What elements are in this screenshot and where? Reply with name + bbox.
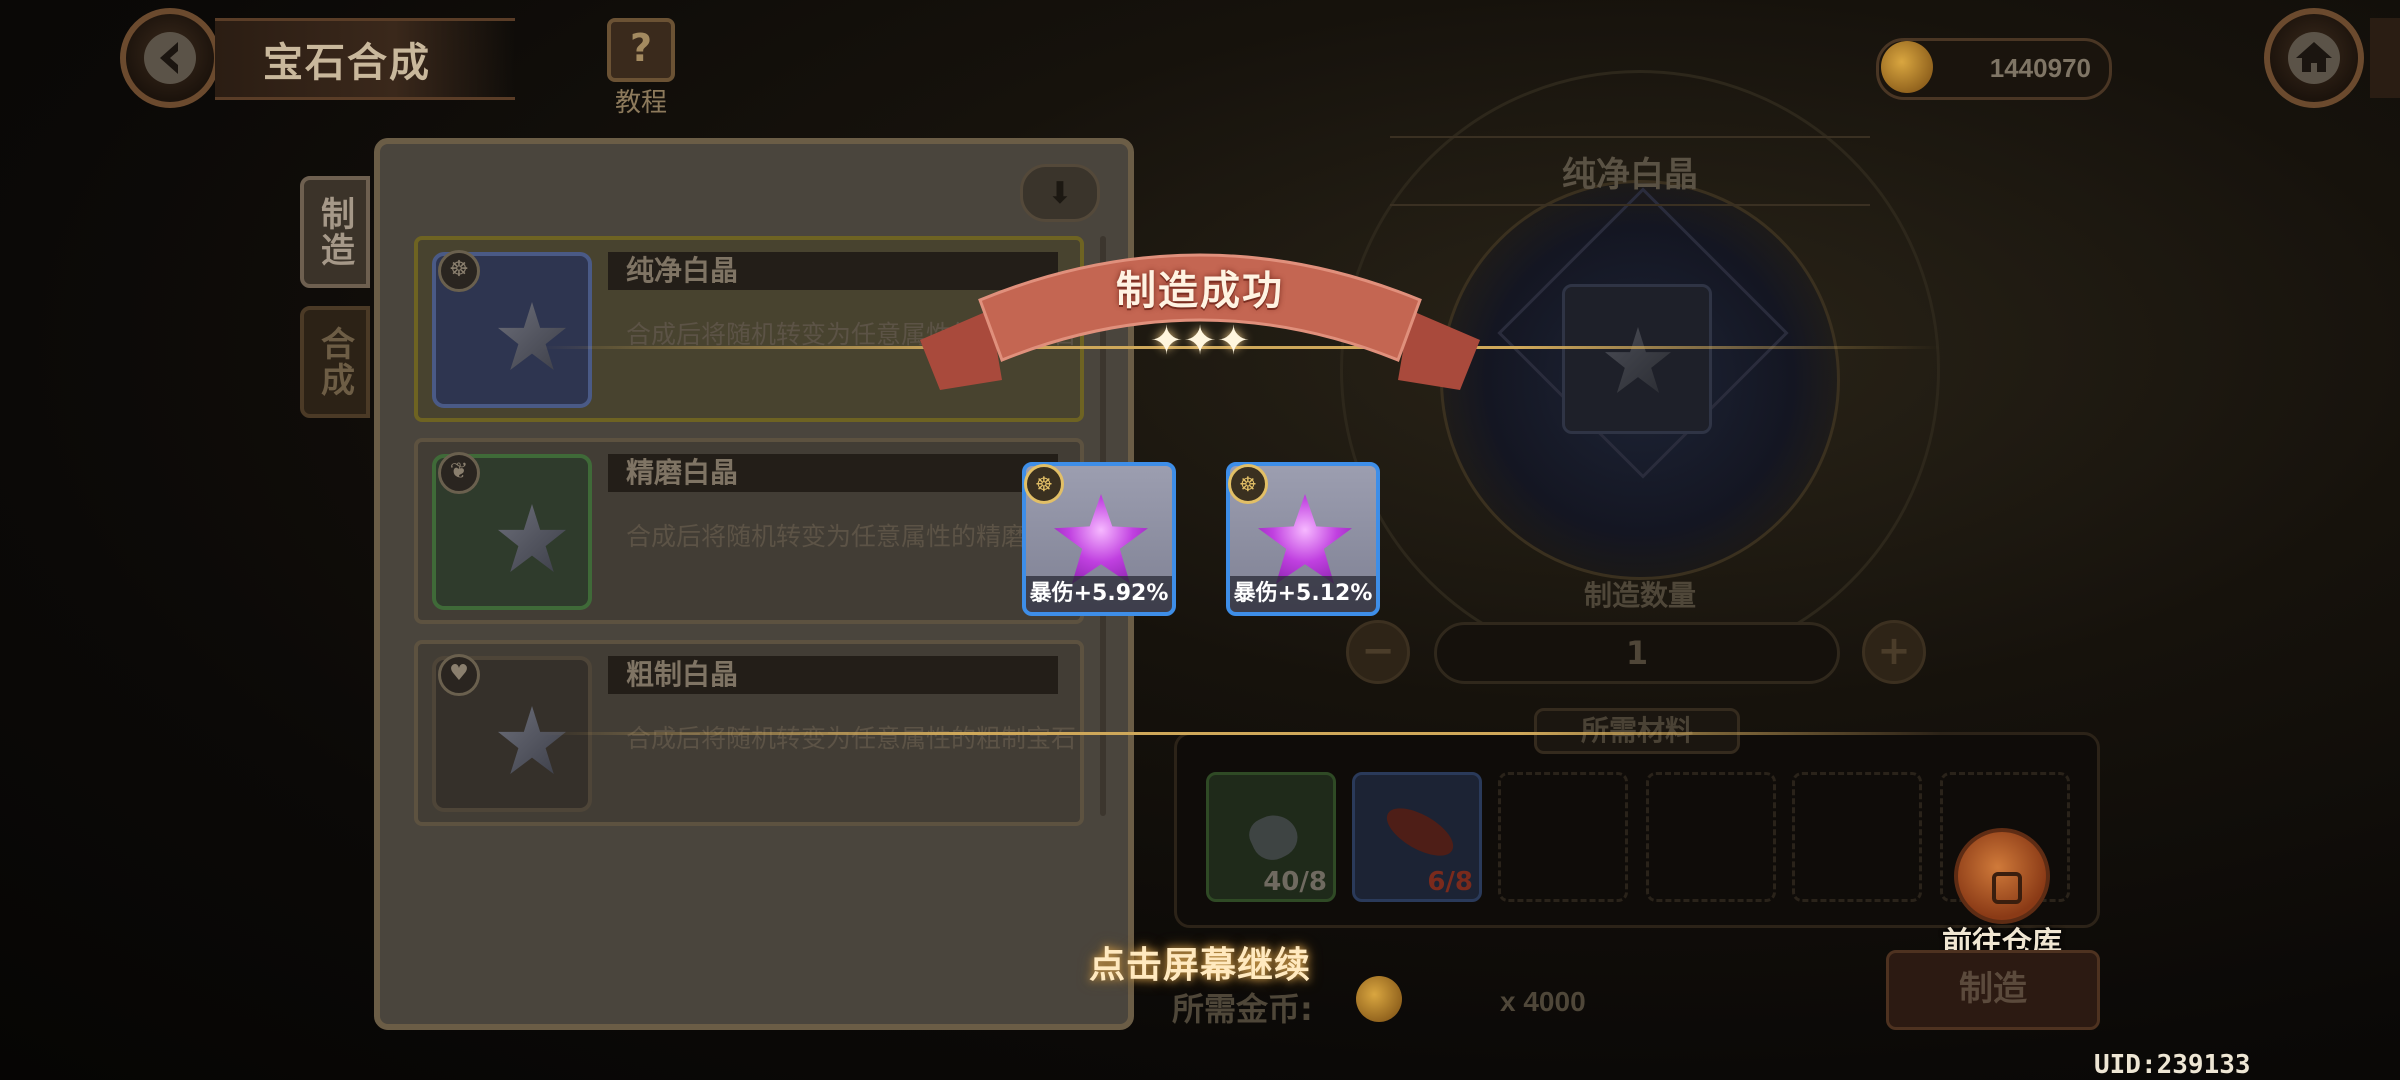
- home-icon: [2288, 32, 2340, 84]
- tab-make-label: 制造: [314, 196, 355, 268]
- recipe-desc: 合成后将随机转变为任意属性的粗制宝石: [626, 724, 1077, 753]
- question-mark-icon: ?: [607, 18, 675, 82]
- quantity-label: 制造数量: [1583, 579, 1696, 612]
- quantity-increase-button[interactable]: +: [1862, 620, 1926, 684]
- tab-combine[interactable]: 合成: [300, 306, 370, 418]
- materials-label: 所需材料: [1534, 708, 1740, 754]
- required-gold-label: 所需金币:: [1172, 990, 1313, 1028]
- material-slot-stone[interactable]: 40/8: [1206, 772, 1336, 902]
- result-item[interactable]: ☸ 暴伤+5.92%: [1022, 462, 1176, 616]
- material-slot-empty: [1646, 772, 1776, 902]
- material-count: 6/8: [1427, 867, 1473, 897]
- quantity-decrease-button[interactable]: −: [1346, 620, 1410, 684]
- result-stat: 暴伤+5.92%: [1026, 576, 1172, 612]
- recipe-name: 粗制白晶: [626, 658, 739, 691]
- goto-warehouse-button[interactable]: 前往仓库: [1936, 828, 2068, 962]
- rarity-badge-icon: ☸: [1024, 464, 1064, 504]
- backpack-icon: [1954, 828, 2050, 924]
- back-button[interactable]: [120, 8, 220, 108]
- purple-star-gem-icon: [1054, 494, 1148, 584]
- selected-recipe-slot: [1562, 284, 1712, 434]
- page-title: 宝石合成: [263, 40, 431, 86]
- rarity-badge-icon: ♥: [438, 654, 480, 696]
- white-crystal-icon: [498, 302, 566, 370]
- required-gold-amount: x 4000: [1500, 986, 1586, 1017]
- tap-to-continue[interactable]: 点击屏幕继续: [1050, 936, 1350, 988]
- tab-make[interactable]: 制造: [300, 176, 370, 288]
- user-id: UID:239133: [2094, 1050, 2251, 1080]
- gold-counter: 1440970: [1876, 38, 2112, 100]
- page-title-plate: 宝石合成: [215, 18, 515, 100]
- tutorial-button[interactable]: ? 教程: [604, 18, 678, 119]
- gold-coin-icon: [1881, 41, 1933, 93]
- recipe-item-polished-crystal[interactable]: ❦ 精磨白晶 合成后将随机转变为任意属性的精磨宝石: [414, 438, 1084, 624]
- recipe-name: 纯净白晶: [626, 254, 739, 287]
- result-stat: 暴伤+5.12%: [1230, 576, 1376, 612]
- stone-icon: [1243, 807, 1305, 867]
- selected-recipe-title: 纯净白晶: [1390, 136, 1870, 206]
- recipe-name: 精磨白晶: [626, 456, 739, 489]
- home-button[interactable]: [2264, 8, 2364, 108]
- material-slot-feather[interactable]: 6/8: [1352, 772, 1482, 902]
- sort-arrow-icon: ⬇: [1047, 175, 1073, 211]
- material-slot-empty: [1498, 772, 1628, 902]
- gold-divider-bottom: [540, 732, 1940, 735]
- gold-coin-icon: [1356, 976, 1402, 1022]
- purple-star-gem-icon: [1258, 494, 1352, 584]
- success-title: 制造成功: [1116, 268, 1284, 314]
- white-crystal-icon: [498, 706, 566, 774]
- recipe-desc: 合成后将随机转变为任意属性的精磨宝石: [626, 522, 1077, 551]
- sparkles-icon: ✦✦✦: [1149, 318, 1251, 364]
- back-arrow-icon: [144, 32, 196, 84]
- sort-button[interactable]: ⬇: [1020, 164, 1100, 222]
- rarity-badge-icon: ❦: [438, 452, 480, 494]
- result-item[interactable]: ☸ 暴伤+5.12%: [1226, 462, 1380, 616]
- make-button[interactable]: 制造: [1886, 950, 2100, 1030]
- top-right-edge-decoration: [2370, 18, 2400, 98]
- feather-icon: [1379, 798, 1461, 866]
- quantity-field[interactable]: 1: [1434, 622, 1840, 684]
- tab-combine-label: 合成: [314, 326, 355, 398]
- gold-value: 1440970: [1989, 53, 2091, 83]
- white-crystal-icon: [1605, 327, 1671, 393]
- tutorial-label: 教程: [614, 88, 667, 118]
- white-crystal-icon: [498, 504, 566, 572]
- rarity-badge-icon: ☸: [1228, 464, 1268, 504]
- material-slot-empty: [1792, 772, 1922, 902]
- rarity-badge-icon: ☸: [438, 250, 480, 292]
- material-count: 40/8: [1263, 867, 1327, 897]
